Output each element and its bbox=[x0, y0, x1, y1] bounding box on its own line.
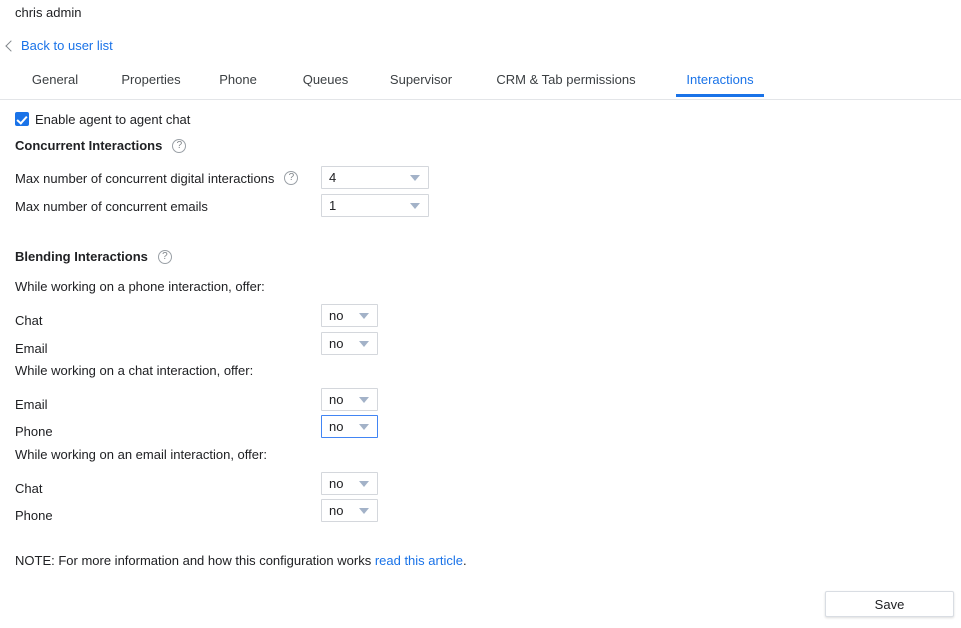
blending-interactions-title: Blending Interactions bbox=[15, 249, 148, 264]
note-suffix: . bbox=[462, 553, 467, 568]
enable-agent-chat-label: Enable agent to agent chat bbox=[35, 111, 191, 127]
tab-phone[interactable]: Phone bbox=[213, 68, 263, 96]
blending-phone-email-label: Email bbox=[15, 340, 48, 356]
enable-agent-chat-row[interactable]: Enable agent to agent chat bbox=[15, 110, 190, 128]
blending-chat-email-row: Email bbox=[15, 392, 48, 416]
tab-properties[interactable]: Properties bbox=[105, 68, 197, 96]
help-circle-icon[interactable]: ? bbox=[172, 138, 187, 153]
blending-chat-phone-row: Phone bbox=[15, 419, 53, 443]
chevron-down-icon bbox=[359, 507, 369, 514]
chevron-down-icon bbox=[410, 202, 420, 209]
blending-email-phone-row: Phone bbox=[15, 503, 53, 527]
max-emails-row: Max number of concurrent emails bbox=[15, 194, 208, 218]
blending-chat-phone-label: Phone bbox=[15, 423, 53, 439]
blending-email-chat-row: Chat bbox=[15, 476, 42, 500]
blending-email-subheading: While working on an email interaction, o… bbox=[15, 447, 267, 462]
read-this-article-link[interactable]: read this article bbox=[375, 553, 463, 568]
blending-email-chat-value: no bbox=[329, 476, 344, 491]
blending-chat-email-label: Email bbox=[15, 396, 48, 412]
blending-email-phone-select[interactable]: no bbox=[321, 499, 378, 522]
concurrent-interactions-heading: Concurrent Interactions ? bbox=[15, 138, 187, 153]
chevron-left-icon bbox=[4, 40, 14, 53]
blending-chat-subheading: While working on a chat interaction, off… bbox=[15, 363, 254, 378]
page-title: chris admin bbox=[15, 5, 82, 20]
blending-chat-email-select[interactable]: no bbox=[321, 388, 378, 411]
help-circle-icon[interactable]: ? bbox=[284, 171, 299, 185]
blending-chat-phone-select[interactable]: no bbox=[321, 415, 378, 438]
back-to-user-list-label[interactable]: Back to user list bbox=[21, 38, 113, 54]
chevron-down-icon bbox=[359, 396, 369, 403]
max-emails-label: Max number of concurrent emails bbox=[15, 198, 208, 214]
tab-general[interactable]: General bbox=[20, 68, 90, 96]
blending-email-chat-select[interactable]: no bbox=[321, 472, 378, 495]
help-circle-icon[interactable]: ? bbox=[157, 249, 172, 264]
blending-phone-chat-label: Chat bbox=[15, 312, 43, 328]
max-emails-select[interactable]: 1 bbox=[321, 194, 429, 217]
chevron-down-icon bbox=[359, 340, 369, 347]
blending-email-chat-label: Chat bbox=[15, 480, 43, 496]
blending-phone-email-row: Email bbox=[15, 336, 48, 360]
blending-interactions-heading: Blending Interactions ? bbox=[15, 249, 172, 264]
tab-queues[interactable]: Queues bbox=[298, 68, 353, 96]
blending-chat-email-value: no bbox=[329, 392, 344, 407]
chevron-down-icon bbox=[359, 312, 369, 319]
tab-crm-tab-permissions[interactable]: CRM & Tab permissions bbox=[488, 68, 644, 96]
max-digital-interactions-select[interactable]: 4 bbox=[321, 166, 429, 189]
blending-email-phone-label: Phone bbox=[15, 507, 53, 523]
blending-phone-chat-row: Chat bbox=[15, 308, 42, 332]
enable-agent-chat-checkbox[interactable] bbox=[15, 112, 29, 126]
blending-phone-email-select[interactable]: no bbox=[321, 332, 378, 355]
max-digital-interactions-label: Max number of concurrent digital interac… bbox=[15, 170, 275, 186]
blending-phone-subheading: While working on a phone interaction, of… bbox=[15, 279, 265, 294]
back-to-user-list[interactable]: Back to user list bbox=[4, 37, 113, 55]
note-text: NOTE: For more information and how this … bbox=[15, 553, 467, 568]
blending-phone-chat-select[interactable]: no bbox=[321, 304, 378, 327]
concurrent-interactions-title: Concurrent Interactions bbox=[15, 138, 163, 153]
blending-phone-email-value: no bbox=[329, 336, 344, 351]
note-prefix: NOTE: For more information and how this … bbox=[15, 553, 375, 568]
chevron-down-icon bbox=[359, 480, 369, 487]
tab-interactions[interactable]: Interactions bbox=[676, 68, 764, 97]
chevron-down-icon bbox=[359, 423, 369, 430]
tab-supervisor[interactable]: Supervisor bbox=[385, 68, 457, 96]
blending-phone-chat-value: no bbox=[329, 308, 344, 323]
max-emails-value: 1 bbox=[329, 198, 337, 213]
tab-bar: General Properties Phone Queues Supervisor CR… bbox=[0, 68, 961, 100]
max-digital-interactions-row: Max number of concurrent digital interac… bbox=[15, 166, 299, 190]
max-digital-interactions-value: 4 bbox=[329, 170, 337, 185]
blending-chat-phone-value: no bbox=[329, 419, 344, 434]
blending-email-phone-value: no bbox=[329, 503, 344, 518]
chevron-down-icon bbox=[410, 174, 420, 181]
save-button[interactable]: Save bbox=[825, 591, 954, 617]
